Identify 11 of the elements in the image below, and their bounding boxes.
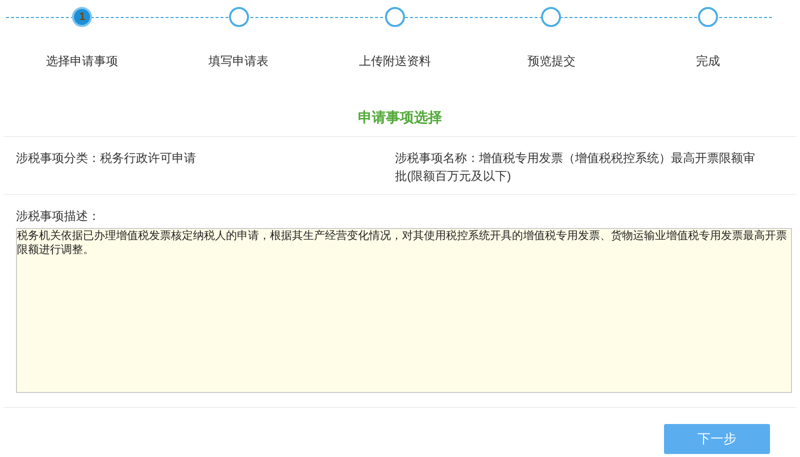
category-text: 涉税事项分类：税务行政许可申请 [16,150,197,167]
item-name-text: 涉税事项名称：增值税专用发票（增值税税控系统）最高开票限额审批(限额百万元及以下) [395,150,756,185]
step-label: 选择申请事项 [46,53,118,70]
step-label: 完成 [696,53,720,70]
section-title: 申请事项选择 [358,108,442,127]
step-label: 填写申请表 [208,53,269,70]
step-label: 上传附送资料 [358,53,431,70]
description-label: 涉税事项描述： [16,208,101,225]
step-number: 1 [79,12,86,22]
description-field[interactable]: 税务机关依据已办理增值税发票核定纳税人的申请，根据其生产经营变化情况，对其使用税控系统开具的增值税专用发票、货物运输业增值税专用发票最高开票限额进行调整。 [16,228,792,393]
step-label: 预览提交 [527,53,576,70]
